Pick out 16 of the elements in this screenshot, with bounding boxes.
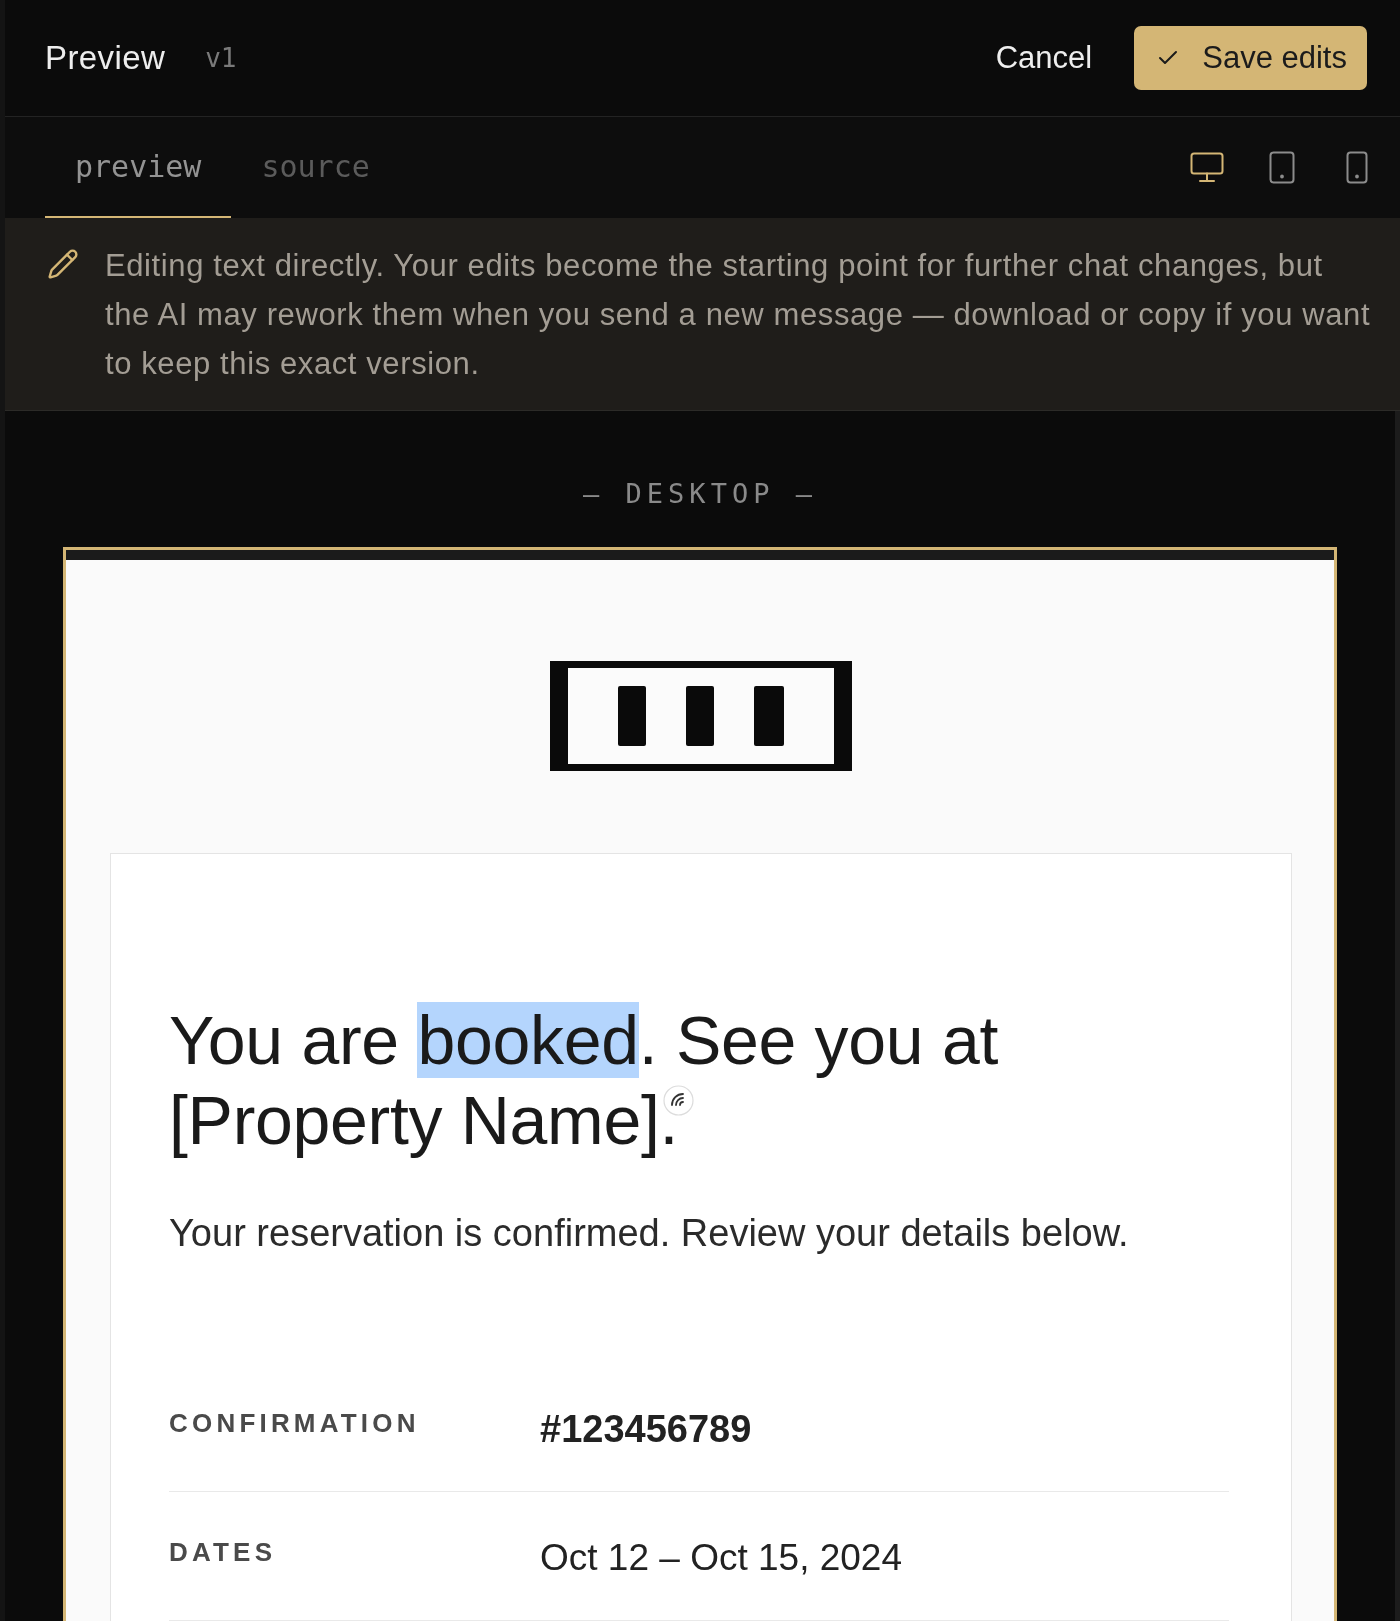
page-title: Preview [45, 39, 166, 77]
save-edits-button[interactable]: Save edits [1134, 26, 1367, 90]
tablet-icon[interactable] [1269, 151, 1295, 184]
detail-value: Oct 12 – Oct 15, 2024 [540, 1537, 903, 1578]
cancel-button[interactable]: Cancel [983, 30, 1105, 86]
viewport-label: — DESKTOP — [582, 477, 818, 511]
subtitle-text: Your reservation is confirmed. Review your details below. [169, 1211, 1130, 1256]
version-label: v1 [205, 43, 237, 73]
headline: You are booked. See you at [Property Name]. [169, 1001, 1000, 1160]
detail-label: DATES [169, 1537, 278, 1568]
monitor-icon[interactable] [1190, 152, 1224, 183]
phone-icon[interactable] [1346, 151, 1368, 184]
detail-value: #123456789 [540, 1408, 753, 1449]
editing-notice-text: Editing text directly. Your edits become the starting point for further chat changes, but the AI may rework them when you send a new message — download or copy if you want to keep this exact version. [105, 247, 1371, 383]
pencil-icon [47, 248, 79, 280]
detail-label: CONFIRMATION [169, 1408, 421, 1439]
